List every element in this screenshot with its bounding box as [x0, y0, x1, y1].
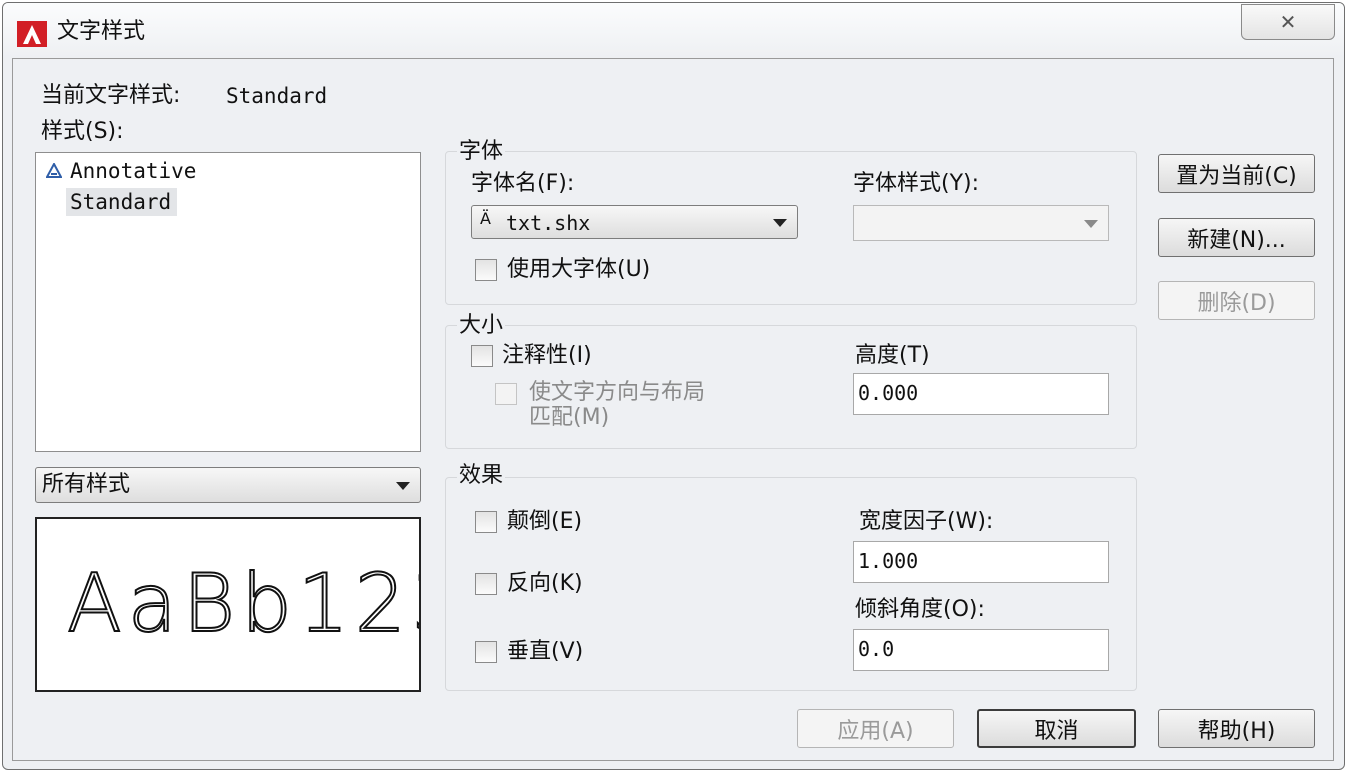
- oblique-angle-label: 倾斜角度(O):: [855, 597, 985, 622]
- height-value: 0.000: [858, 381, 919, 405]
- preview-text: AaBb123: [66, 557, 419, 650]
- effects-group-title: 效果: [457, 463, 506, 489]
- font-style-dropdown[interactable]: [853, 205, 1109, 241]
- big-font-checkbox[interactable]: [475, 259, 497, 281]
- match-layout-label-line2: 匹配(M): [529, 405, 610, 430]
- cancel-button[interactable]: 取消: [977, 709, 1136, 748]
- window-title: 文字样式: [57, 19, 146, 44]
- style-item-annotative[interactable]: Annotative: [70, 157, 196, 185]
- font-name-dropdown[interactable]: Ä txt.shx: [471, 205, 798, 239]
- new-button[interactable]: 新建(N)...: [1158, 218, 1315, 257]
- font-group-title: 字体: [457, 139, 506, 165]
- width-factor-value: 1.000: [858, 549, 919, 573]
- annotative-checkbox[interactable]: [471, 345, 493, 367]
- delete-button[interactable]: 删除(D): [1158, 281, 1315, 320]
- annotative-icon: [46, 163, 62, 178]
- styles-listbox[interactable]: Annotative Standard: [35, 152, 421, 452]
- width-factor-input[interactable]: 1.000: [853, 541, 1109, 583]
- vertical-label: 垂直(V): [507, 639, 584, 664]
- vertical-checkbox[interactable]: [475, 641, 497, 663]
- apply-button[interactable]: 应用(A): [797, 709, 954, 748]
- height-input[interactable]: 0.000: [853, 373, 1109, 415]
- current-style-value: Standard: [226, 84, 328, 108]
- font-name-label: 字体名(F):: [471, 171, 575, 196]
- upside-down-label: 颠倒(E): [507, 509, 583, 534]
- style-filter-value: 所有样式: [42, 472, 131, 497]
- backwards-label: 反向(K): [507, 571, 583, 596]
- big-font-label: 使用大字体(U): [507, 257, 651, 282]
- width-factor-label: 宽度因子(W):: [859, 509, 994, 534]
- font-name-value: txt.shx: [506, 211, 591, 235]
- text-style-dialog: 文字样式 ✕ 当前文字样式: Standard 样式(S): Annotativ…: [2, 2, 1345, 770]
- close-button[interactable]: ✕: [1241, 4, 1335, 40]
- font-style-label: 字体样式(Y):: [853, 171, 980, 196]
- chevron-down-icon: [1084, 220, 1098, 228]
- help-button[interactable]: 帮助(H): [1158, 709, 1315, 748]
- oblique-angle-input[interactable]: 0.0: [853, 629, 1109, 671]
- backwards-checkbox[interactable]: [475, 573, 497, 595]
- oblique-angle-value: 0.0: [858, 637, 895, 661]
- chevron-down-icon: [396, 482, 410, 490]
- preview-box: AaBb123: [35, 517, 421, 692]
- match-layout-label-line1: 使文字方向与布局: [529, 380, 706, 405]
- styles-label: 样式(S):: [41, 119, 124, 144]
- current-style-label: 当前文字样式:: [41, 83, 181, 108]
- close-icon: ✕: [1279, 10, 1297, 34]
- chevron-down-icon: [773, 219, 787, 227]
- upside-down-checkbox[interactable]: [475, 511, 497, 533]
- annotative-label: 注释性(I): [502, 343, 592, 368]
- autocad-app-icon: [17, 21, 47, 47]
- style-filter-dropdown[interactable]: 所有样式: [35, 467, 421, 503]
- dialog-body: 当前文字样式: Standard 样式(S): Annotative Stand…: [12, 58, 1334, 761]
- shx-font-icon: Ä: [480, 209, 491, 228]
- title-bar[interactable]: 文字样式 ✕: [3, 3, 1344, 58]
- match-layout-checkbox[interactable]: [495, 383, 517, 405]
- height-label: 高度(T): [855, 343, 930, 368]
- set-current-button[interactable]: 置为当前(C): [1158, 154, 1315, 193]
- size-group-title: 大小: [457, 313, 506, 339]
- style-item-standard[interactable]: Standard: [66, 188, 178, 216]
